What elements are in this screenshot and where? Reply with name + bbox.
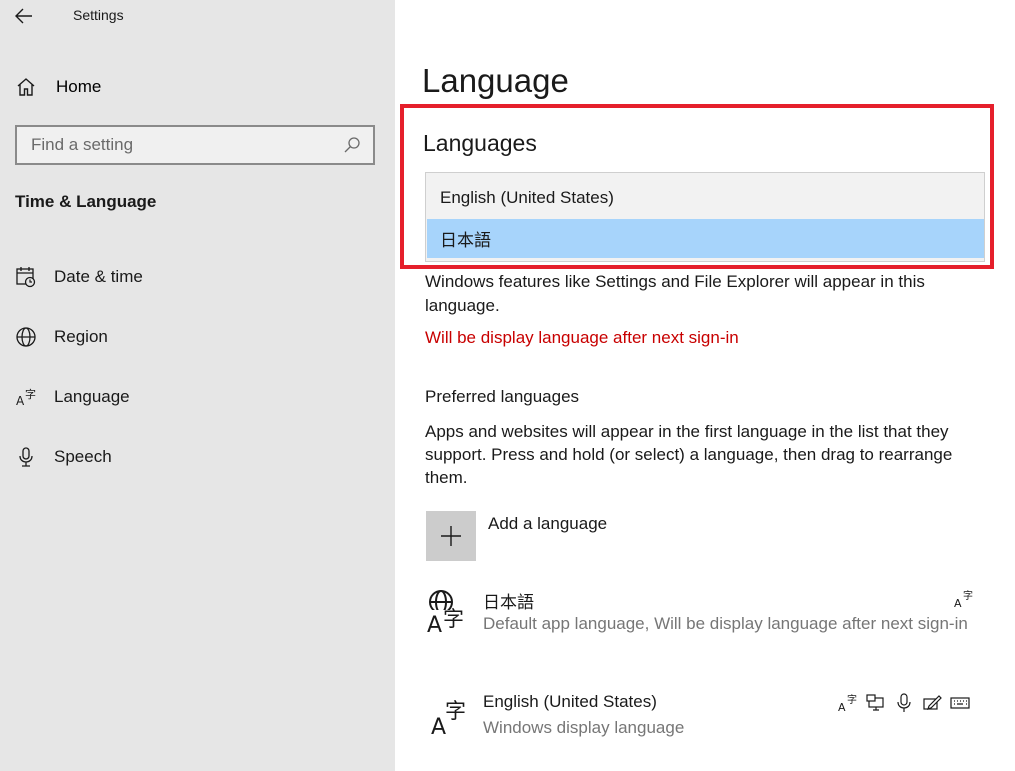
sidebar-item-date-time[interactable]: Date & time — [15, 264, 143, 290]
language-subtitle: Default app language, Will be display la… — [483, 614, 968, 633]
languages-heading: Languages — [423, 130, 537, 156]
svg-text:字: 字 — [963, 589, 973, 602]
preferred-languages-heading: Preferred languages — [425, 387, 580, 406]
preferred-language-item-japanese[interactable]: A 字 日本語 Default app language, Will be di… — [425, 588, 985, 662]
sidebar-item-speech[interactable]: Speech — [15, 444, 112, 470]
add-language-label[interactable]: Add a language — [488, 514, 607, 534]
back-button[interactable] — [12, 4, 36, 28]
keyboard-icon — [949, 692, 971, 714]
sidebar-item-region[interactable]: Region — [15, 324, 108, 350]
main-content: Language Languages English (United State… — [395, 0, 1015, 771]
language-icon: A字 — [15, 386, 37, 408]
language-globe-icon: A 字 — [427, 590, 471, 636]
pending-change-notice: Will be display language after next sign… — [425, 328, 739, 347]
display-icon — [865, 692, 887, 714]
home-nav-item[interactable]: Home — [15, 74, 101, 100]
language-pack-icon: A字 — [837, 692, 859, 714]
language-icon: A 字 — [431, 699, 466, 740]
microphone-icon — [893, 692, 915, 714]
page-title: Language — [422, 62, 569, 99]
svg-text:字: 字 — [847, 693, 857, 706]
add-language-button[interactable] — [426, 511, 476, 561]
home-label: Home — [56, 77, 102, 96]
sidebar-item-label: Language — [54, 387, 130, 406]
sidebar-item-label: Speech — [54, 447, 112, 466]
back-arrow-icon — [15, 8, 32, 24]
svg-text:A: A — [954, 597, 962, 609]
svg-text:A: A — [431, 715, 446, 740]
display-language-dropdown[interactable]: English (United States) 日本語 — [425, 172, 985, 262]
app-title: Settings — [73, 7, 124, 23]
handwriting-icon — [921, 692, 943, 714]
language-name: 日本語 — [483, 593, 534, 612]
search-icon[interactable] — [341, 134, 363, 156]
home-icon — [17, 78, 35, 96]
svg-text:A: A — [427, 613, 442, 636]
dropdown-option-english[interactable]: English (United States) — [427, 178, 984, 217]
sidebar-item-label: Region — [54, 327, 108, 346]
language-subtitle: Windows display language — [483, 718, 685, 737]
search-placeholder[interactable]: Find a setting — [17, 135, 341, 155]
language-pack-icon: A字 — [953, 588, 975, 610]
display-language-description: Windows features like Settings and File … — [425, 272, 925, 315]
microphone-icon — [15, 446, 37, 468]
search-box[interactable]: Find a setting — [15, 125, 375, 165]
section-title: Time & Language — [15, 192, 157, 211]
preferred-languages-description: Apps and websites will appear in the fir… — [425, 422, 953, 487]
plus-icon — [441, 526, 461, 546]
svg-text:字: 字 — [443, 607, 464, 631]
svg-text:A: A — [838, 701, 846, 713]
language-name: English (United States) — [483, 692, 657, 711]
dropdown-option-japanese[interactable]: 日本語 — [427, 219, 984, 258]
calendar-clock-icon — [15, 266, 37, 288]
svg-text:字: 字 — [445, 699, 466, 723]
svg-text:A: A — [16, 394, 25, 408]
sidebar-item-label: Date & time — [54, 267, 143, 286]
globe-icon — [15, 326, 37, 348]
preferred-language-item-english[interactable]: A 字 English (United States) Windows disp… — [425, 692, 985, 744]
sidebar: Settings Home Find a setting Time & Lang… — [0, 0, 395, 771]
sidebar-item-language[interactable]: A字 Language — [15, 384, 130, 410]
svg-text:字: 字 — [25, 387, 36, 401]
